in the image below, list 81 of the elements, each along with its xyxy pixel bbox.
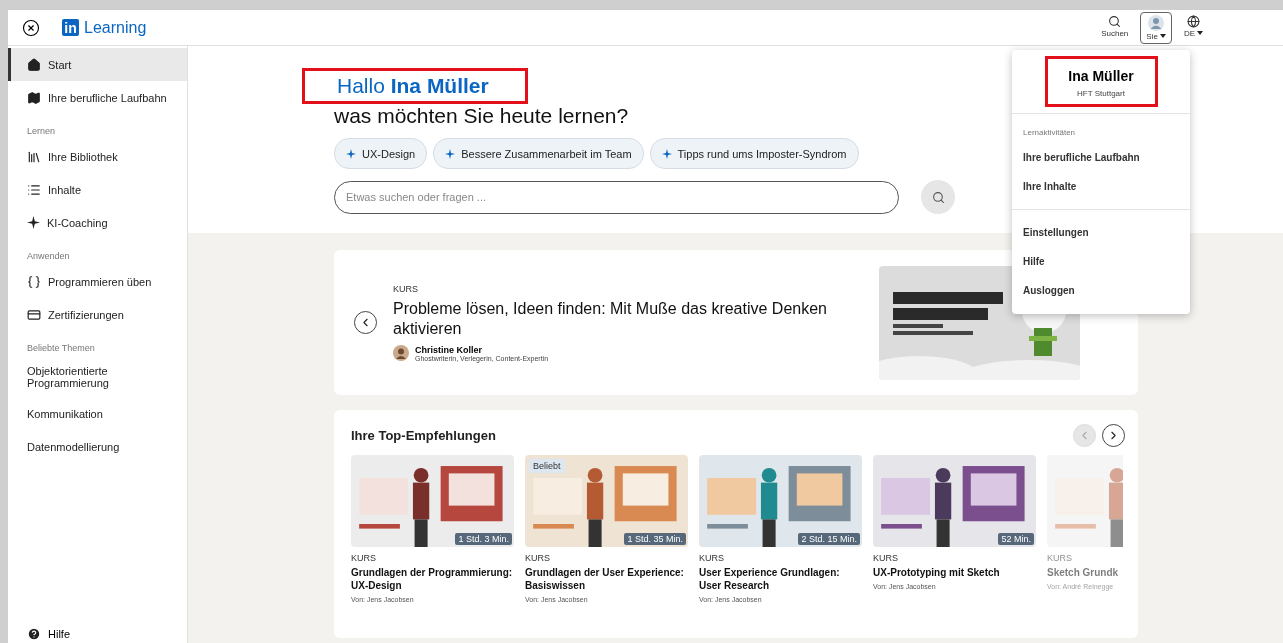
menu-item[interactable]: Ausloggen bbox=[1012, 276, 1190, 305]
section-heading: Beliebte Themen bbox=[26, 342, 96, 355]
sidebar-label: Start bbox=[48, 58, 72, 71]
sidebar-item[interactable]: Zertifizierungen bbox=[8, 298, 187, 331]
sidebar-item[interactable]: Objektorientierte Programmierung bbox=[8, 357, 187, 397]
logo-mark: in bbox=[62, 19, 79, 36]
avatar-icon bbox=[393, 345, 409, 361]
list-icon bbox=[27, 182, 41, 197]
menu-item[interactable]: Einstellungen bbox=[1012, 218, 1190, 247]
sidebar-label: Datenmodellierung bbox=[27, 440, 120, 453]
duration-badge: 1 Std. 35 Min. bbox=[624, 533, 686, 545]
sidebar-label: Zertifizierungen bbox=[48, 308, 124, 321]
menu-section-label: Lernaktivitäten bbox=[1022, 127, 1077, 139]
suggestion-chip[interactable]: UX-Design bbox=[334, 138, 428, 169]
sidebar-label: KI-Coaching bbox=[47, 216, 108, 229]
sparkle-icon bbox=[661, 148, 672, 159]
sidebar-item[interactable]: Programmieren üben bbox=[8, 265, 187, 298]
suggestion-chip[interactable]: Bessere Zusammenarbeit im Team bbox=[433, 138, 644, 169]
avatar-icon bbox=[1148, 14, 1165, 31]
search-icon bbox=[931, 190, 945, 204]
globe-icon bbox=[1186, 14, 1200, 28]
map-icon bbox=[27, 90, 41, 105]
app-title: Learning bbox=[84, 18, 147, 37]
sidebar-item[interactable]: Ihre berufliche Laufbahn bbox=[8, 81, 187, 114]
course-type: KURS bbox=[525, 553, 551, 563]
course-title[interactable]: Grundlagen der Programmierung: UX-Design bbox=[351, 566, 514, 592]
section-title: Ihre Top-Empfehlungen bbox=[351, 428, 496, 443]
profile-name: Ina Müller bbox=[1068, 68, 1134, 84]
profile-button[interactable]: Sie bbox=[1140, 11, 1172, 44]
previous-button[interactable] bbox=[354, 311, 377, 334]
question-heading: was möchten Sie heute lernen? bbox=[334, 104, 630, 128]
sidebar-item[interactable]: KI-Coaching bbox=[8, 206, 187, 239]
course-type: KURS bbox=[393, 283, 419, 294]
duration-badge: 52 Min. bbox=[998, 533, 1034, 545]
sparkle-icon bbox=[27, 216, 40, 229]
help-link[interactable]: Hilfe bbox=[48, 628, 70, 640]
course-type: KURS bbox=[873, 553, 899, 563]
course-title[interactable]: Grundlagen der User Experience: Basiswissen bbox=[525, 566, 688, 592]
sidebar-label: Kommunikation bbox=[27, 407, 103, 420]
sidebar-label: Programmieren üben bbox=[48, 275, 152, 288]
menu-item[interactable]: Ihre Inhalte bbox=[1012, 172, 1190, 201]
section-heading: Anwenden bbox=[26, 250, 71, 263]
sidebar-item[interactable]: Datenmodellierung bbox=[8, 430, 187, 463]
braces-icon bbox=[27, 274, 41, 289]
sidebar-label: Ihre Bibliothek bbox=[48, 150, 118, 163]
course-title[interactable]: User Experience Grundlagen: User Research bbox=[699, 566, 862, 592]
search-icon bbox=[1108, 14, 1122, 28]
menu-item[interactable]: Hilfe bbox=[1012, 247, 1190, 276]
author-name: Christine Koller bbox=[415, 344, 483, 355]
popular-badge: Beliebt bbox=[529, 459, 565, 473]
sidebar-label: Ihre berufliche Laufbahn bbox=[48, 91, 167, 104]
search-button[interactable] bbox=[921, 180, 955, 214]
sidebar-item[interactable]: Inhalte bbox=[8, 173, 187, 206]
profile-organization: HFT Stuttgart bbox=[1077, 89, 1125, 98]
duration-badge: 1 Std. 3 Min. bbox=[455, 533, 512, 545]
search-field[interactable]: Etwas suchen oder fragen ... bbox=[334, 180, 899, 214]
menu-item[interactable]: Ihre berufliche Laufbahn bbox=[1012, 143, 1190, 172]
course-title[interactable]: Probleme lösen, Ideen finden: Mit Muße das kreative Denken aktivieren bbox=[393, 298, 863, 339]
home-icon bbox=[27, 57, 41, 72]
sparkle-icon bbox=[346, 148, 356, 159]
sidebar-item[interactable]: Start bbox=[8, 48, 187, 81]
close-icon[interactable] bbox=[22, 18, 40, 37]
sidebar-label: Inhalte bbox=[48, 183, 82, 196]
suggestion-chip[interactable]: Tipps rund ums Imposter-Syndrom bbox=[649, 138, 859, 169]
books-icon bbox=[27, 149, 41, 164]
sparkle-icon bbox=[445, 148, 456, 159]
course-type: KURS bbox=[699, 553, 725, 563]
course-type: KURS bbox=[1047, 553, 1073, 563]
sidebar-item[interactable]: Kommunikation bbox=[8, 397, 187, 430]
course-title[interactable]: UX-Prototyping mit Sketch bbox=[873, 566, 1036, 579]
duration-badge: 2 Std. 15 Min. bbox=[798, 533, 860, 545]
card-icon bbox=[27, 307, 41, 322]
sidebar-item[interactable]: Ihre Bibliothek bbox=[8, 140, 187, 173]
caret-icon bbox=[1197, 31, 1203, 35]
course-type: KURS bbox=[351, 553, 377, 563]
section-heading: Lernen bbox=[26, 125, 57, 138]
caret-icon bbox=[1159, 34, 1166, 38]
greeting: Hallo Ina Müller bbox=[302, 68, 528, 104]
sidebar-label: Objektorientierte Programmierung bbox=[27, 365, 110, 389]
next-button[interactable] bbox=[1102, 424, 1125, 447]
course-title[interactable]: Sketch Grundk bbox=[1047, 566, 1123, 579]
